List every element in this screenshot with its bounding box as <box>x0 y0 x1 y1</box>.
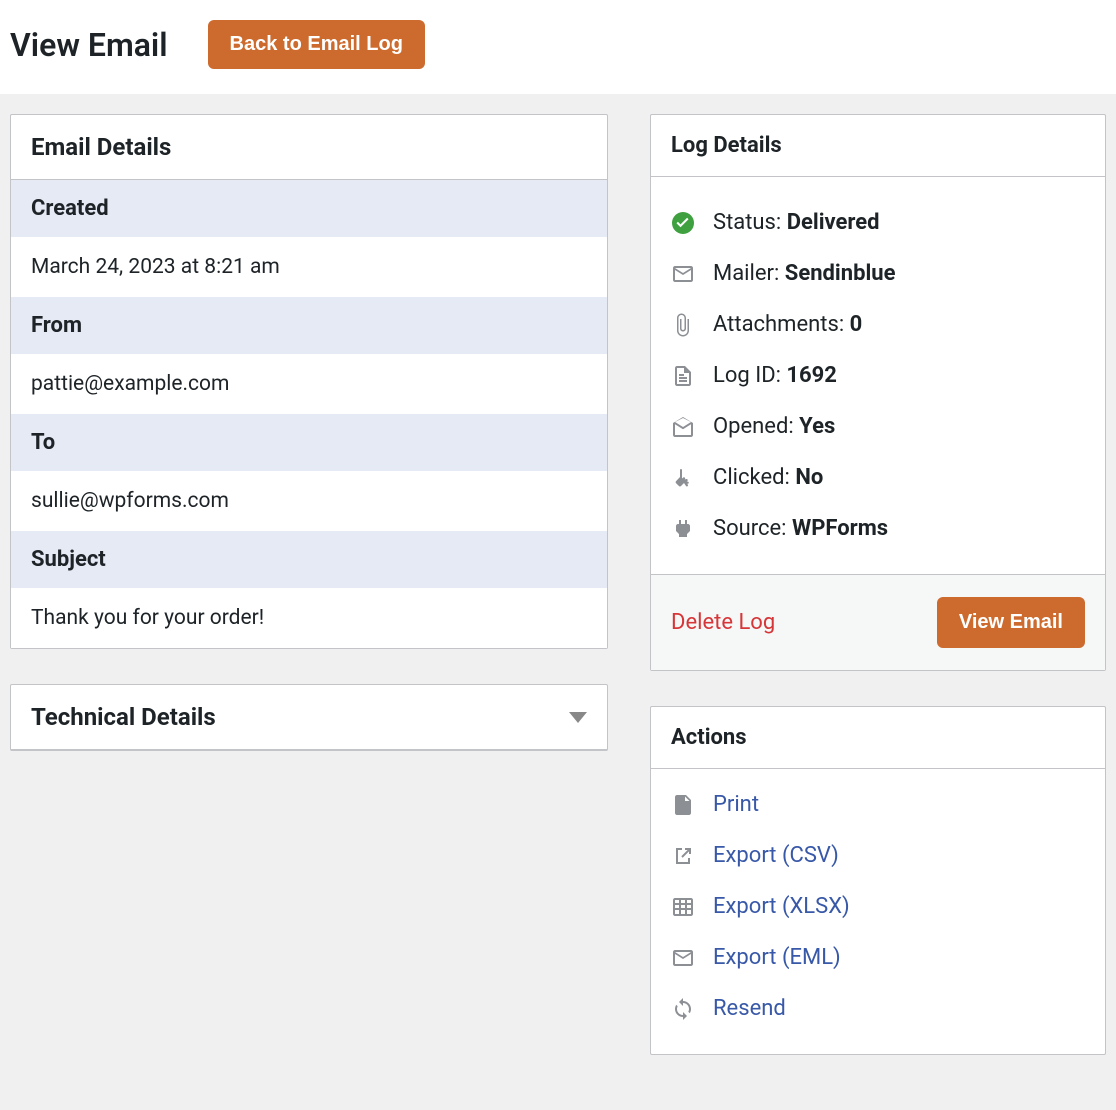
log-id-value: 1692 <box>786 363 837 388</box>
technical-details-panel: Technical Details <box>10 684 608 751</box>
attachments-row: Attachments: 0 <box>671 299 1085 350</box>
attachments-value: 0 <box>850 312 863 337</box>
document-icon <box>671 793 695 817</box>
email-details-panel: Email Details Created March 24, 2023 at … <box>10 114 608 649</box>
status-label: Status: <box>713 210 787 235</box>
file-icon <box>671 364 695 388</box>
mailer-label: Mailer: <box>713 261 785 286</box>
resend-link: Resend <box>713 996 786 1021</box>
view-email-button[interactable]: View Email <box>937 597 1085 648</box>
created-label: Created <box>11 180 607 237</box>
source-value: WPForms <box>792 516 888 541</box>
export-arrow-icon <box>671 844 695 868</box>
page-title: View Email <box>10 26 168 64</box>
page-header: View Email Back to Email Log <box>0 0 1116 94</box>
to-value: sullie@wpforms.com <box>11 471 607 531</box>
subject-value: Thank you for your order! <box>11 588 607 648</box>
export-csv-action[interactable]: Export (CSV) <box>671 830 1085 881</box>
status-value: Delivered <box>787 210 880 235</box>
email-details-title: Email Details <box>31 133 171 161</box>
opened-value: Yes <box>799 414 835 439</box>
mailer-value: Sendinblue <box>785 261 896 286</box>
paperclip-icon <box>671 313 695 337</box>
delete-log-link[interactable]: Delete Log <box>671 610 775 635</box>
clicked-value: No <box>795 465 823 490</box>
check-circle-icon <box>671 211 695 235</box>
log-id-row: Log ID: 1692 <box>671 350 1085 401</box>
source-label: Source: <box>713 516 792 541</box>
resend-action[interactable]: Resend <box>671 983 1085 1034</box>
mail-icon <box>671 946 695 970</box>
from-value: pattie@example.com <box>11 354 607 414</box>
clicked-row: Clicked: No <box>671 452 1085 503</box>
log-details-panel: Log Details Status: Delivered Mailer: Se… <box>650 114 1106 671</box>
log-details-title: Log Details <box>671 133 782 158</box>
print-action[interactable]: Print <box>671 779 1085 830</box>
print-link: Print <box>713 792 759 817</box>
subject-label: Subject <box>11 531 607 588</box>
opened-label: Opened: <box>713 414 799 439</box>
source-row: Source: WPForms <box>671 503 1085 554</box>
export-xlsx-link: Export (XLSX) <box>713 894 850 919</box>
spreadsheet-icon <box>671 895 695 919</box>
refresh-icon <box>671 997 695 1021</box>
technical-details-toggle[interactable]: Technical Details <box>11 685 607 750</box>
plug-icon <box>671 517 695 541</box>
export-csv-link: Export (CSV) <box>713 843 839 868</box>
chevron-down-icon <box>569 712 587 723</box>
opened-row: Opened: Yes <box>671 401 1085 452</box>
from-label: From <box>11 297 607 354</box>
actions-title: Actions <box>671 725 747 750</box>
envelope-open-icon <box>671 415 695 439</box>
attachments-label: Attachments: <box>713 312 850 337</box>
to-label: To <box>11 414 607 471</box>
export-eml-action[interactable]: Export (EML) <box>671 932 1085 983</box>
export-xlsx-action[interactable]: Export (XLSX) <box>671 881 1085 932</box>
created-value: March 24, 2023 at 8:21 am <box>11 237 607 297</box>
log-id-label: Log ID: <box>713 363 786 388</box>
clicked-label: Clicked: <box>713 465 795 490</box>
back-to-email-log-button[interactable]: Back to Email Log <box>208 20 425 69</box>
status-row: Status: Delivered <box>671 197 1085 248</box>
actions-panel: Actions Print Export (CSV) <box>650 706 1106 1055</box>
envelope-icon <box>671 262 695 286</box>
hand-pointer-icon <box>671 466 695 490</box>
mailer-row: Mailer: Sendinblue <box>671 248 1085 299</box>
export-eml-link: Export (EML) <box>713 945 841 970</box>
technical-details-title: Technical Details <box>31 703 216 731</box>
